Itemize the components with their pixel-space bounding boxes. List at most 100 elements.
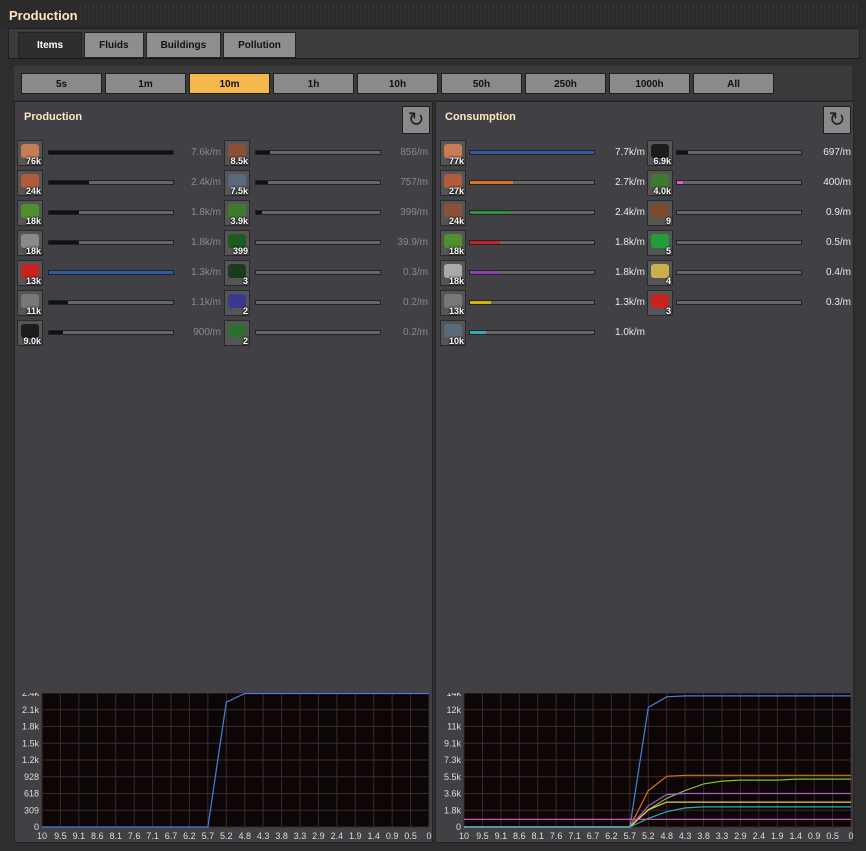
rate-value: 1.3k/m — [190, 267, 221, 278]
y-tick-label: 11k — [447, 722, 461, 732]
time-button-All[interactable]: All — [693, 73, 774, 94]
coal-icon[interactable]: 6.9k — [647, 140, 673, 166]
copper-ore-icon[interactable]: 24k — [440, 200, 466, 226]
x-tick-label: 0.9 — [386, 831, 399, 841]
x-tick-label: 5.2 — [220, 831, 233, 841]
time-button-1m[interactable]: 1m — [105, 73, 186, 94]
reset-icon: ↻ — [828, 109, 846, 131]
rate-value: 399/m — [400, 207, 428, 218]
time-button-1h[interactable]: 1h — [273, 73, 354, 94]
consumption-panel: Consumption ↻ 77k 7.7k/m 27k 2.7k/m 24k 2.4k/… — [435, 101, 854, 843]
x-tick-label: 3.8 — [275, 831, 288, 841]
tab-pollution[interactable]: Pollution — [223, 32, 296, 58]
item-count: 7.5k — [230, 186, 248, 196]
tab-fluids[interactable]: Fluids — [84, 32, 144, 58]
x-tick-label: 5.2 — [642, 831, 655, 841]
rate-value: 1.3k/m — [614, 297, 645, 308]
rate-bar — [255, 330, 381, 335]
title-bar[interactable]: Production — [0, 0, 866, 28]
x-tick-label: 4.3 — [257, 831, 270, 841]
time-button-10m[interactable]: 10m — [189, 73, 270, 94]
item-count: 3 — [242, 276, 248, 286]
coal-icon[interactable]: 9.0k — [17, 320, 43, 346]
drag-handle[interactable] — [80, 5, 860, 25]
copper-plate-icon[interactable]: 27k — [440, 170, 466, 196]
copper-cable-icon[interactable]: 77k — [440, 140, 466, 166]
x-tick-label: 1.4 — [367, 831, 380, 841]
rate-value: 0.3/m — [825, 297, 851, 308]
rate-bar — [676, 150, 802, 155]
rate-value: 400/m — [823, 177, 851, 188]
x-tick-label: 8.6 — [91, 831, 104, 841]
item-count: 399 — [232, 246, 248, 256]
reset-icon: ↻ — [407, 109, 425, 131]
rate-bar — [676, 270, 802, 275]
tree-icon[interactable]: 2 — [224, 320, 250, 346]
transport-belt-icon[interactable]: 3 — [647, 290, 673, 316]
pipe-icon[interactable]: 3 — [224, 260, 250, 286]
y-tick-label: 928 — [24, 772, 39, 782]
item-count: 9.0k — [23, 336, 41, 346]
rate-bar-fill — [49, 211, 79, 214]
iron-ore-icon[interactable]: 7.5k — [224, 170, 250, 196]
y-tick-label: 7.3k — [444, 755, 462, 765]
rate-bar — [48, 330, 174, 335]
item-count: 8.5k — [230, 156, 248, 166]
rate-bar — [255, 240, 381, 245]
production-reset-button[interactable]: ↻ — [402, 106, 430, 134]
copper-plate-icon[interactable]: 24k — [17, 170, 43, 196]
time-button-250h[interactable]: 250h — [525, 73, 606, 94]
wood-icon[interactable]: 4.0k — [647, 170, 673, 196]
x-tick-label: 10 — [459, 831, 469, 841]
time-button-5s[interactable]: 5s — [21, 73, 102, 94]
y-tick-label: 3.6k — [444, 789, 462, 799]
rate-value: 0.2/m — [402, 327, 428, 338]
electronic-circuit-icon[interactable]: 18k — [17, 200, 43, 226]
wooden-chest-icon[interactable]: 9 — [647, 200, 673, 226]
time-button-50h[interactable]: 50h — [441, 73, 522, 94]
rate-bar-fill — [470, 271, 500, 274]
x-tick-label: 9.5 — [476, 831, 489, 841]
time-button-10h[interactable]: 10h — [357, 73, 438, 94]
production-panel: Production ↻ 76k 7.6k/m 24k 2.4k/m 18k 1.8k/m… — [14, 101, 433, 843]
rate-value: 1.8k/m — [190, 207, 221, 218]
iron-plate-icon[interactable]: 18k — [17, 230, 43, 256]
rate-value: 1.8k/m — [614, 237, 645, 248]
production-title: Production — [24, 111, 83, 123]
x-tick-label: 9.5 — [54, 831, 67, 841]
iron-plate-icon[interactable]: 18k — [440, 260, 466, 286]
rate-bar — [48, 150, 174, 155]
inserter-icon[interactable]: 2 — [224, 290, 250, 316]
rate-value: 1.1k/m — [190, 297, 221, 308]
steel-plate-icon[interactable]: 11k — [17, 290, 43, 316]
time-button-1000h[interactable]: 1000h — [609, 73, 690, 94]
x-tick-label: 4.3 — [679, 831, 692, 841]
x-tick-label: 8.1 — [531, 831, 544, 841]
transport-belt-icon[interactable]: 13k — [17, 260, 43, 286]
wood-icon[interactable]: 3.9k — [224, 200, 250, 226]
tab-buildings[interactable]: Buildings — [145, 32, 222, 58]
stone-icon[interactable]: 399 — [224, 230, 250, 256]
y-tick-label: 1.5k — [22, 738, 40, 748]
iron-ore-icon[interactable]: 10k — [440, 320, 466, 346]
rate-bar-fill — [256, 211, 262, 214]
copper-cable-icon[interactable]: 76k — [17, 140, 43, 166]
rate-bar — [676, 300, 802, 305]
item-count: 3 — [665, 306, 671, 316]
rate-bar-fill — [470, 151, 594, 154]
rate-bar — [469, 270, 595, 275]
green-circuit-icon[interactable]: 5 — [647, 230, 673, 256]
gear-icon[interactable]: 4 — [647, 260, 673, 286]
consumption-reset-button[interactable]: ↻ — [823, 106, 851, 134]
x-tick-label: 1.4 — [789, 831, 802, 841]
rate-bar — [469, 240, 595, 245]
electronic-circuit-icon[interactable]: 18k — [440, 230, 466, 256]
rate-value: 0.4/m — [825, 267, 851, 278]
tab-items[interactable]: Items — [18, 32, 83, 58]
rate-bar — [255, 210, 381, 215]
rate-bar-fill — [49, 331, 63, 334]
rate-bar — [255, 300, 381, 305]
y-tick-label: 2.1k — [22, 705, 40, 715]
copper-ore-icon[interactable]: 8.5k — [224, 140, 250, 166]
steel-plate-icon[interactable]: 13k — [440, 290, 466, 316]
